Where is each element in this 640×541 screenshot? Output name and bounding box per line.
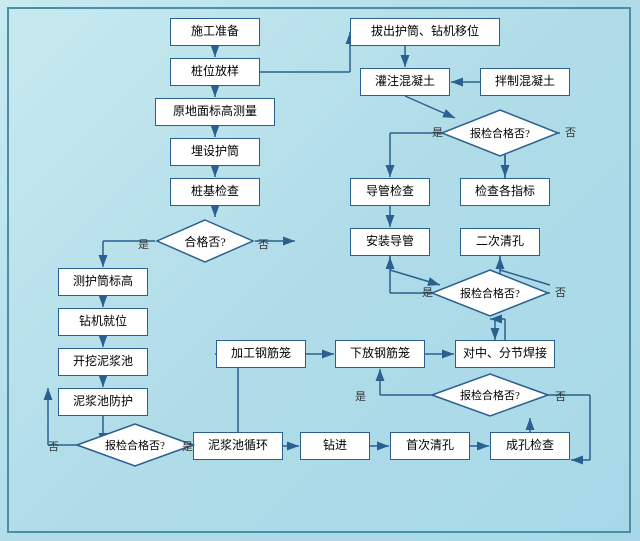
guanzhu-hunningtu-box: 灌注混凝土	[360, 68, 450, 96]
no-label-5: 否	[48, 438, 59, 454]
flowchart: 施工准备 桩位放样 原地面标高测量 埋设护筒 桩基检查 测护筒标高 钻机就位 开…	[0, 0, 640, 541]
nijiangjichi-xunhuan-box: 泥浆池循环	[193, 432, 283, 460]
bache-hujin-box: 拔出护筒、钻机移位	[350, 18, 500, 46]
shouchi-qingjin-box: 首次清孔	[390, 432, 470, 460]
jiagong-ganglulong-box: 加工钢筋笼	[216, 340, 306, 368]
erci-qingjin-box: 二次清孔	[460, 228, 540, 256]
maidi-huguan-box: 埋设护筒	[170, 138, 260, 166]
baojian-hege-diamond-1: 报检合格否?	[440, 108, 560, 158]
nijiangjichi-fanghu-box: 泥浆池防护	[58, 388, 148, 416]
shigong-zhunbei-box: 施工准备	[170, 18, 260, 46]
xiafang-ganglulong-box: 下放钢筋笼	[335, 340, 425, 368]
no-label-3: 否	[555, 284, 566, 300]
zhuiwei-fangyang-box: 桩位放样	[170, 58, 260, 86]
anzhuang-daoqian-box: 安装导管	[350, 228, 430, 256]
cehuguan-biaogao-box: 测护筒标高	[58, 268, 148, 296]
hege-diamond-1: 合格否?	[155, 218, 255, 264]
kaicai-nijiangjichi-box: 开挖泥浆池	[58, 348, 148, 376]
yes-label-4: 是	[355, 388, 366, 404]
yes-label-5: 是	[182, 438, 193, 454]
no-label-1: 否	[258, 236, 269, 252]
no-label-4: 否	[555, 388, 566, 404]
jianzhi-hunningtu-box: 拌制混凝土	[480, 68, 570, 96]
duizhong-hanjie-box: 对中、分节焊接	[455, 340, 555, 368]
zuanji-jiuwei-box: 钻机就位	[58, 308, 148, 336]
chengjin-jiancha-box: 成孔检查	[490, 432, 570, 460]
zhuangji-jiancha-box: 桩基检查	[170, 178, 260, 206]
jiancha-gezhizhibiao-box: 检查各指标	[460, 178, 550, 206]
baojian-hege-diamond-4: 报检合格否?	[75, 422, 195, 468]
no-label-2: 否	[565, 124, 576, 140]
zuanjin-box: 钻进	[300, 432, 370, 460]
baojian-hege-diamond-2: 报检合格否?	[430, 268, 550, 318]
daoqian-jiancha-box: 导管检查	[350, 178, 430, 206]
yes-label-2: 是	[432, 124, 443, 140]
yes-label-3: 是	[422, 284, 433, 300]
baojian-hege-diamond-3: 报检合格否?	[430, 372, 550, 418]
yes-label-1: 是	[138, 236, 149, 252]
yuandi-celiang-box: 原地面标高测量	[155, 98, 275, 126]
